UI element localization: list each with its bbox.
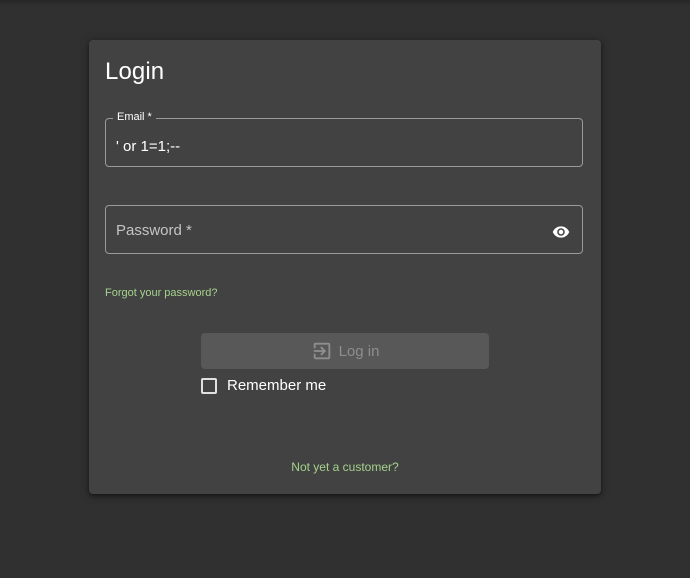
forgot-password-link[interactable]: Forgot your password? xyxy=(105,287,218,299)
eye-icon[interactable] xyxy=(552,223,570,241)
email-field[interactable]: Email * xyxy=(105,111,583,167)
login-button[interactable]: Log in xyxy=(201,333,489,369)
page-title: Login xyxy=(105,58,165,85)
email-input[interactable] xyxy=(116,138,556,155)
remember-me-label: Remember me xyxy=(227,377,327,394)
password-label: Password * xyxy=(116,222,192,239)
login-icon xyxy=(313,342,330,360)
login-button-label: Log in xyxy=(338,342,380,360)
top-shadow xyxy=(0,0,690,6)
password-field[interactable]: Password * xyxy=(105,205,583,254)
not-yet-customer-link[interactable]: Not yet a customer? xyxy=(89,460,601,474)
remember-me-checkbox[interactable] xyxy=(201,377,217,394)
login-card: Login Email * Password * Forgot your pas… xyxy=(89,40,601,494)
email-label: Email * xyxy=(113,111,156,123)
remember-me[interactable]: Remember me xyxy=(201,377,326,394)
